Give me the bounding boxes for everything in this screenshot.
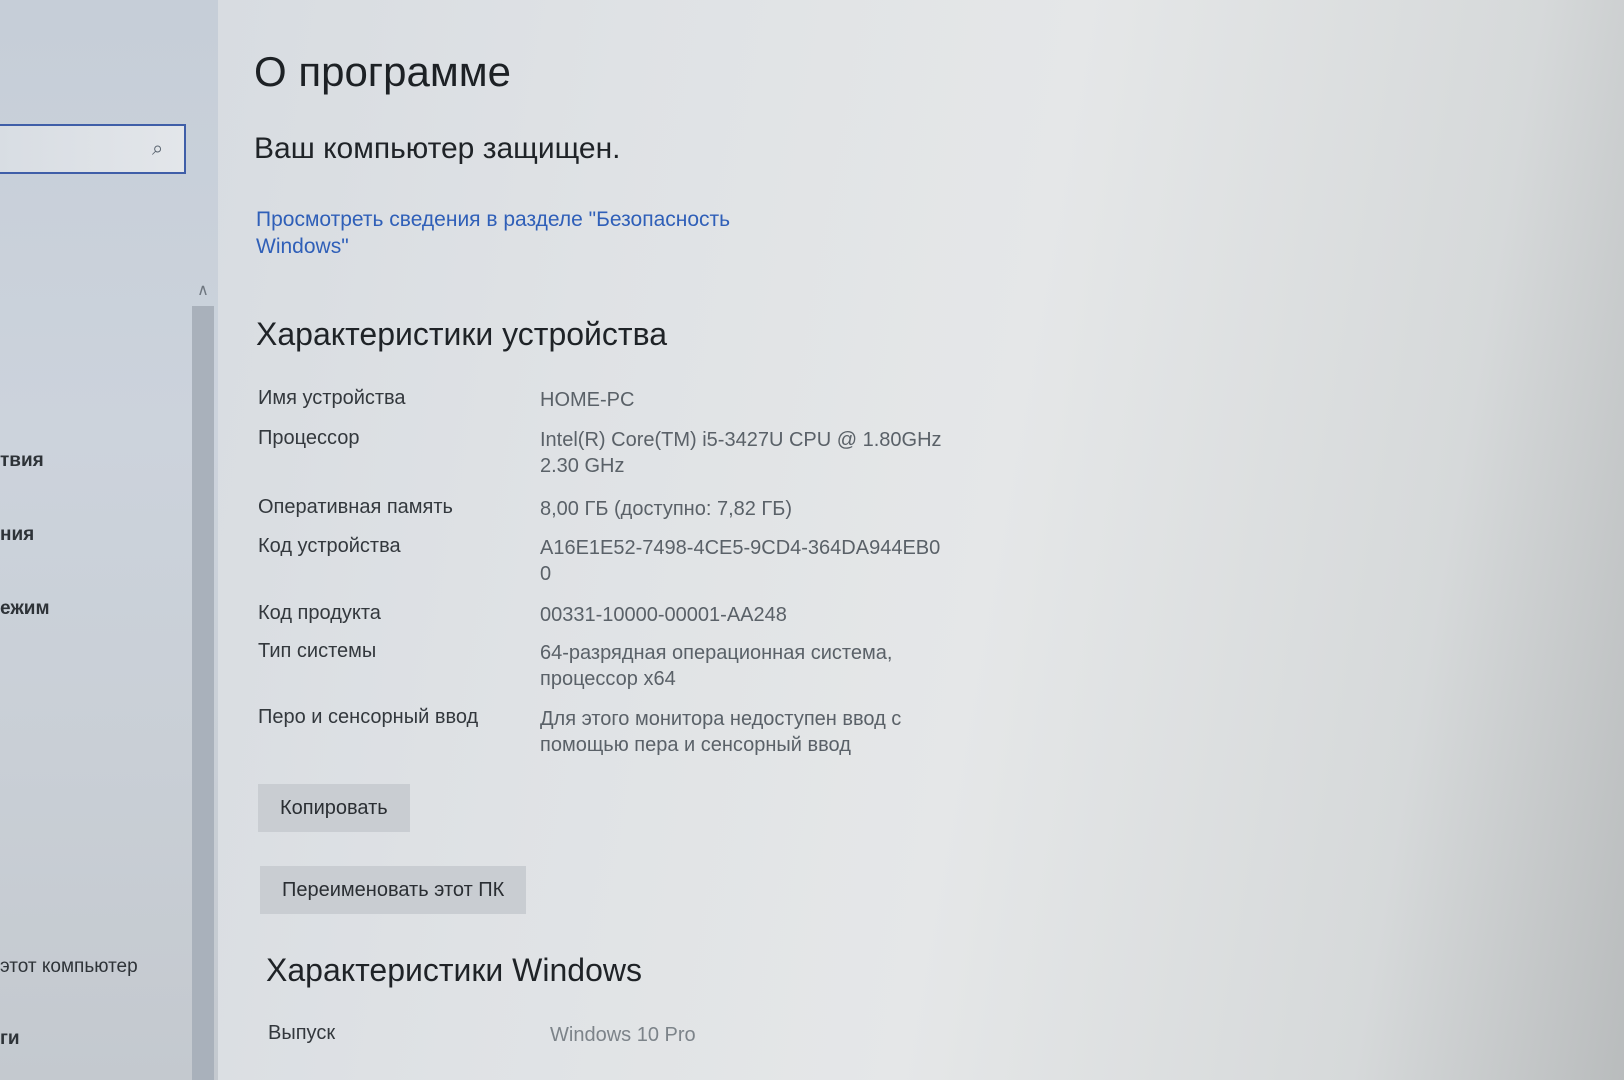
rename-pc-button[interactable]: Переименовать этот ПК <box>260 866 527 914</box>
windows-specs-heading: Характеристики Windows <box>266 952 642 988</box>
nav-item-remote[interactable]: этот компьютер <box>0 956 138 978</box>
spec-label: Выпуск <box>268 1022 336 1044</box>
scrollbar-thumb[interactable] <box>192 306 214 1080</box>
windows-security-link[interactable]: Просмотреть сведения в разделе "Безопасн… <box>256 206 776 260</box>
chevron-up-icon[interactable]: ∧ <box>190 280 216 302</box>
spec-label: Процессор <box>258 427 360 449</box>
nav-scrollbar[interactable]: ∧ <box>190 280 216 1080</box>
nav-item[interactable]: ги <box>0 1028 20 1050</box>
nav-item[interactable]: ежим <box>0 598 50 620</box>
nav-item[interactable]: ния <box>0 524 34 546</box>
spec-label: Тип системы <box>258 640 377 662</box>
search-icon[interactable]: ⌕ <box>152 138 172 158</box>
spec-value: Для этого монитора недоступен ввод с пом… <box>540 708 902 756</box>
spec-value: 64-разрядная операционная система, проце… <box>540 642 893 690</box>
copy-button[interactable]: Копировать <box>258 784 410 832</box>
spec-value: HOME-PC <box>540 389 635 411</box>
spec-label: Код продукта <box>258 602 381 624</box>
spec-value: 8,00 ГБ (доступно: 7,82 ГБ) <box>540 498 793 520</box>
spec-value: Windows 10 Pro <box>550 1024 696 1046</box>
spec-value: 00331-10000-00001-AA248 <box>540 604 787 626</box>
device-specs-heading: Характеристики устройства <box>256 316 668 352</box>
spec-value: A16E1E52-7498-4CE5-9CD4-364DA944EB0 0 <box>540 537 941 585</box>
protection-status: Ваш компьютер защищен. <box>254 132 621 165</box>
about-page: О программе Ваш компьютер защищен. Просм… <box>218 0 1624 1080</box>
navigation-pane: ⌕ ∧ твия ния ежим этот компьютер ги <box>0 0 218 1080</box>
spec-label: Имя устройства <box>258 387 406 409</box>
spec-label: Код устройства <box>258 535 401 557</box>
nav-item[interactable]: твия <box>0 450 44 472</box>
settings-search-input[interactable]: ⌕ <box>0 124 186 174</box>
spec-label: Перо и сенсорный ввод <box>258 706 479 728</box>
spec-value: Intel(R) Core(TM) i5-3427U CPU @ 1.80GHz… <box>540 429 942 477</box>
page-title: О программе <box>254 48 511 95</box>
spec-label: Оперативная память <box>258 496 453 518</box>
